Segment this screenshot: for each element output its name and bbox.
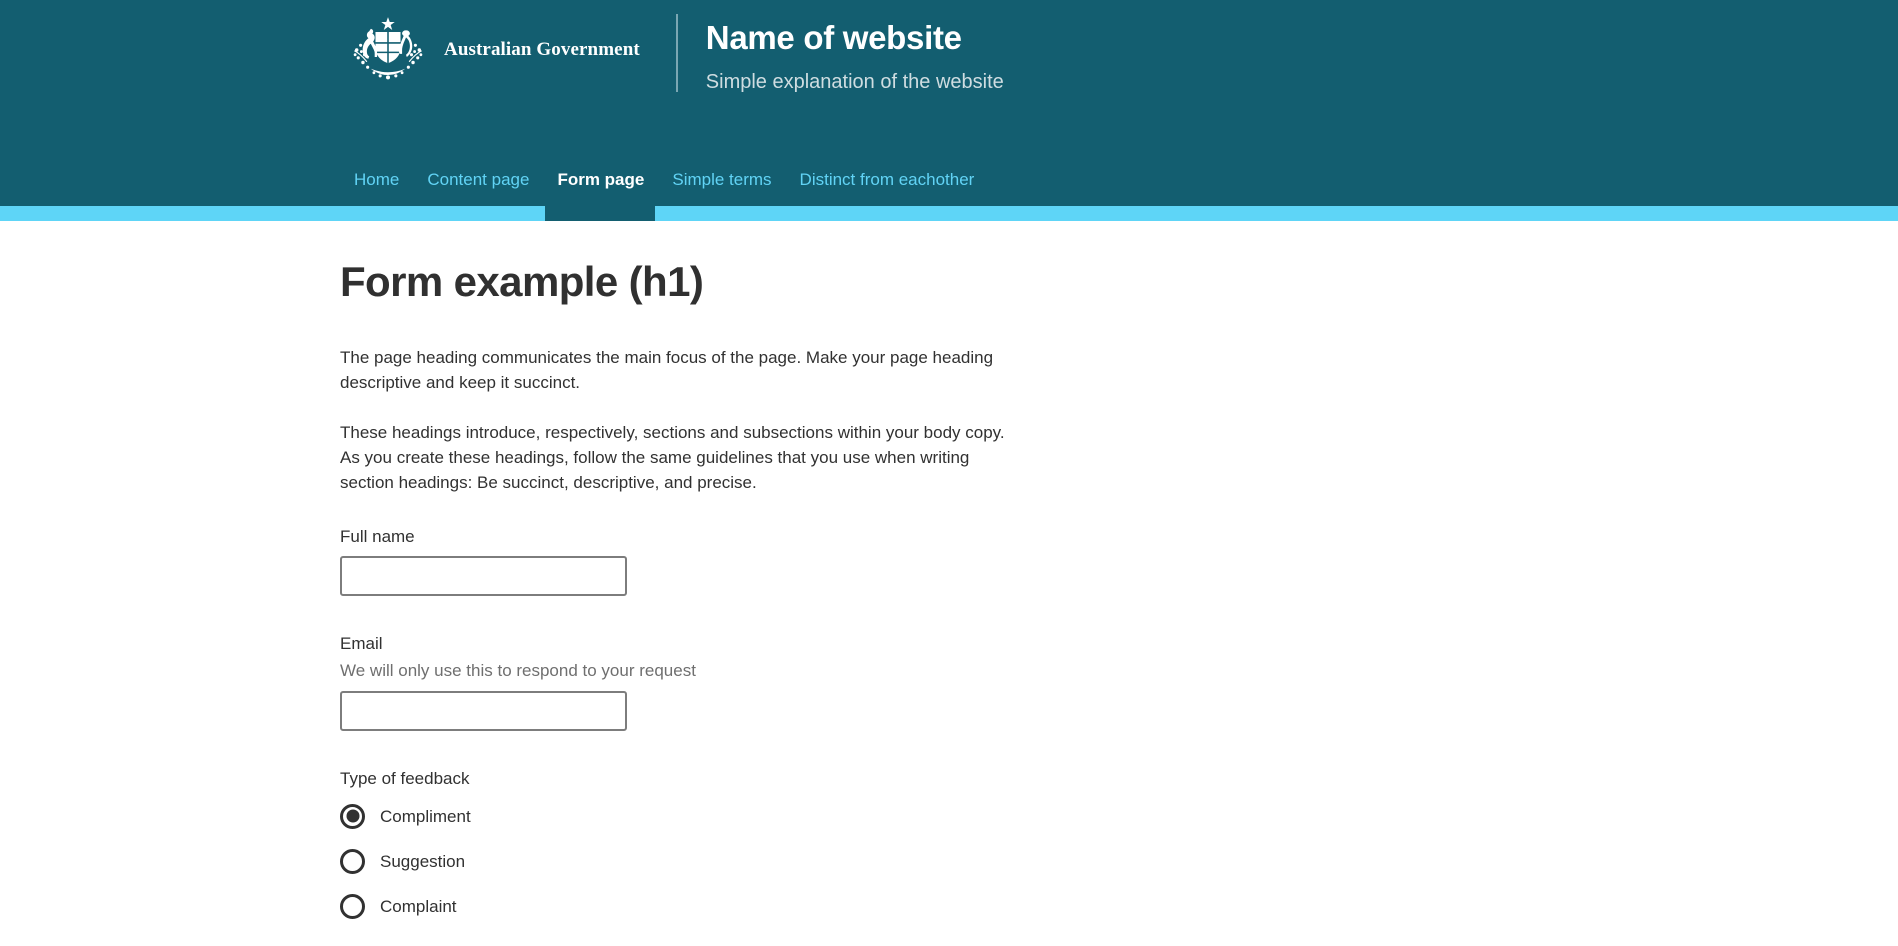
email-hint: We will only use this to respond to your…	[340, 660, 696, 680]
feedback-form: Full name Email We will only use this to…	[340, 527, 1020, 919]
field-full-name: Full name	[340, 527, 1020, 596]
nav-item-form-page[interactable]: Form page	[543, 160, 658, 206]
radio-icon-suggestion[interactable]	[340, 848, 365, 874]
site-titles: Name of website Simple explanation of th…	[706, 14, 1004, 94]
feedback-type-legend: Type of feedback	[340, 768, 470, 788]
active-tab-indicator	[545, 206, 655, 221]
site-header: Australian Government Name of website Si…	[0, 0, 1898, 206]
nav-item-simple-terms[interactable]: Simple terms	[658, 160, 785, 206]
site-tagline: Simple explanation of the website	[705, 70, 1004, 93]
nav-item-distinct-from-eachother[interactable]: Distinct from eachother	[786, 160, 989, 206]
intro-paragraph-one: The page heading communicates the main f…	[340, 348, 994, 393]
australian-coat-of-arms-icon	[353, 17, 423, 80]
field-email: Email We will only use this to respond t…	[340, 634, 1020, 731]
radio-option-suggestion[interactable]: Suggestion	[340, 848, 640, 874]
brand-lockup[interactable]: Australian Government	[340, 14, 640, 86]
radio-label-complaint: Complaint	[380, 896, 457, 916]
radio-icon-complaint[interactable]	[340, 893, 365, 919]
full-name-input[interactable]	[340, 555, 627, 596]
government-wordmark: Australian Government	[444, 39, 640, 60]
main-navigation: Home Content page Form page Simple terms…	[0, 160, 1898, 206]
radio-option-compliment[interactable]: Compliment	[340, 803, 640, 829]
radio-label-suggestion: Suggestion	[380, 851, 466, 871]
accent-bar	[0, 206, 1898, 221]
content-column: Form example (h1) The page heading commu…	[340, 258, 1020, 919]
header-inner: Australian Government Name of website Si…	[0, 0, 1898, 94]
intro-paragraph-two: These headings introduce, respectively, …	[340, 422, 1005, 492]
nav-item-home[interactable]: Home	[340, 160, 413, 206]
radio-icon-compliment[interactable]	[340, 803, 365, 829]
nav-item-content-page[interactable]: Content page	[413, 160, 543, 206]
radio-option-complaint[interactable]: Complaint	[340, 893, 640, 919]
feedback-type-group: Type of feedback Compliment Suggestion C…	[340, 769, 1020, 919]
radio-label-compliment: Compliment	[380, 806, 471, 826]
email-label: Email	[340, 633, 383, 653]
site-name: Name of website	[705, 19, 962, 56]
brand-divider	[675, 14, 678, 92]
email-input[interactable]	[340, 690, 627, 731]
full-name-label: Full name	[340, 526, 415, 546]
page-title: Form example (h1)	[340, 258, 704, 305]
main-content: Form example (h1) The page heading commu…	[0, 221, 1898, 919]
